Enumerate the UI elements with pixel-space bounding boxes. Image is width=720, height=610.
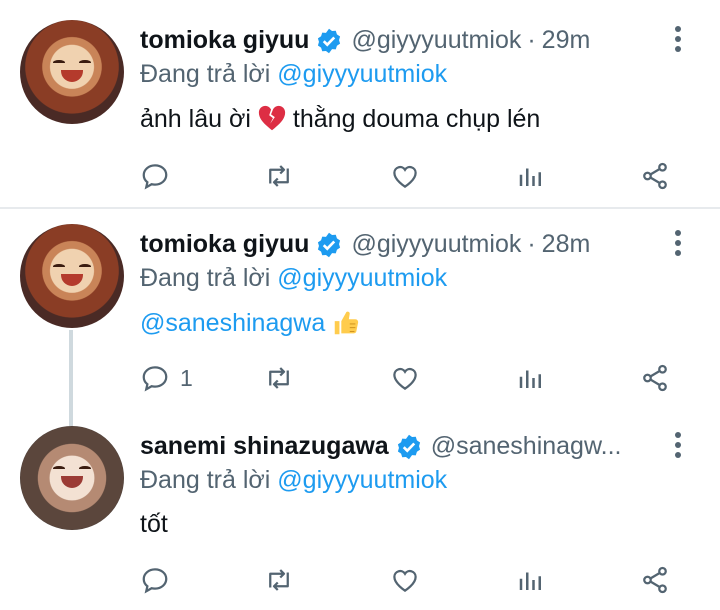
tweet-header: tomioka giyuu @giyyyuutmiok · 28m [140,230,590,259]
reply-icon [142,568,168,594]
tweet-actions [140,158,700,194]
avatar[interactable] [20,224,124,328]
analytics-icon [519,370,541,388]
tweet[interactable]: sanemi shinazugawa @saneshinagw... Đang … [0,412,720,610]
share-icon [643,364,667,392]
analytics-button[interactable] [516,158,546,194]
more-options-icon[interactable] [672,432,684,462]
verified-badge-icon [397,434,420,459]
timestamp[interactable]: 29m [542,26,591,55]
analytics-icon [519,168,541,186]
retweet-icon [269,569,289,591]
analytics-button[interactable] [516,360,546,396]
share-button[interactable] [640,158,670,194]
reply-icon [142,164,168,190]
tweet-text: @saneshinagwa [140,308,361,338]
reply-count: 1 [180,364,193,391]
reply-icon [142,366,168,392]
replying-to-mention[interactable]: @giyyyuutmiok [277,466,447,494]
share-icon [643,162,667,190]
replying-to-mention[interactable]: @giyyyuutmiok [277,60,447,88]
display-name[interactable]: tomioka giyuu [140,26,309,55]
user-handle[interactable]: @saneshinagw... [431,432,622,461]
like-button[interactable] [390,158,420,194]
retweet-icon [269,165,289,187]
heart-icon [393,367,417,390]
mention-link[interactable]: @saneshinagwa [140,309,325,338]
replying-to-label: Đang trả lời [140,60,271,88]
retweet-button[interactable] [264,360,294,396]
user-handle[interactable]: @giyyyuutmiok [351,230,521,259]
tweet-actions: 1 [140,360,700,396]
broken-heart-icon [258,105,286,131]
tweet-text: ảnh lâu ời thằng douma chụp lén [140,104,540,134]
tweet-actions [140,562,700,598]
retweet-button[interactable] [264,158,294,194]
share-button[interactable] [640,360,670,396]
tweet-text-start: ảnh lâu ời [140,104,251,133]
replying-to: Đang trả lời @giyyyuutmiok [140,60,447,89]
user-handle[interactable]: @giyyyuutmiok [351,26,521,55]
more-options-icon[interactable] [672,230,684,260]
display-name[interactable]: sanemi shinazugawa [140,432,389,461]
reply-button[interactable]: 1 [140,360,193,396]
replying-to: Đang trả lời @giyyyuutmiok [140,466,447,495]
replying-to-label: Đang trả lời [140,466,271,494]
more-options-icon[interactable] [672,26,684,56]
share-button[interactable] [640,562,670,598]
tweet-feed: tomioka giyuu @giyyyuutmiok · 29m Đang t… [0,0,720,610]
avatar-face [50,260,94,290]
replying-to-label: Đang trả lời [140,264,271,292]
retweet-icon [269,367,289,389]
heart-icon [393,569,417,592]
tweet-header: tomioka giyuu @giyyyuutmiok · 29m [140,26,590,55]
thumbs-up-icon [334,311,359,335]
heart-icon [393,165,417,188]
retweet-button[interactable] [264,562,294,598]
timestamp[interactable]: 28m [542,230,591,259]
tweet-text-end: thằng douma chụp lén [292,104,541,133]
verified-badge-icon [318,28,341,53]
reply-button[interactable] [140,562,180,598]
avatar-face [50,56,94,86]
like-button[interactable] [390,562,420,598]
separator: · [527,230,536,258]
verified-badge-icon [318,232,341,257]
share-icon [643,566,667,594]
tweet-text-start: tốt [140,510,168,538]
analytics-icon [519,572,541,590]
avatar-face [50,462,94,492]
tweet-text: tốt [140,510,168,539]
tweet-header: sanemi shinazugawa @saneshinagw... [140,432,621,461]
replying-to: Đang trả lời @giyyyuutmiok [140,264,447,293]
tweet[interactable]: tomioka giyuu @giyyyuutmiok · 29m Đang t… [0,0,720,208]
separator: · [527,26,536,54]
like-button[interactable] [390,360,420,396]
divider [0,207,720,209]
avatar[interactable] [20,426,124,530]
display-name[interactable]: tomioka giyuu [140,230,309,259]
tweet[interactable]: tomioka giyuu @giyyyuutmiok · 28m Đang t… [0,210,720,426]
avatar[interactable] [20,20,124,124]
replying-to-mention[interactable]: @giyyyuutmiok [277,264,447,292]
reply-button[interactable] [140,158,180,194]
analytics-button[interactable] [516,562,546,598]
